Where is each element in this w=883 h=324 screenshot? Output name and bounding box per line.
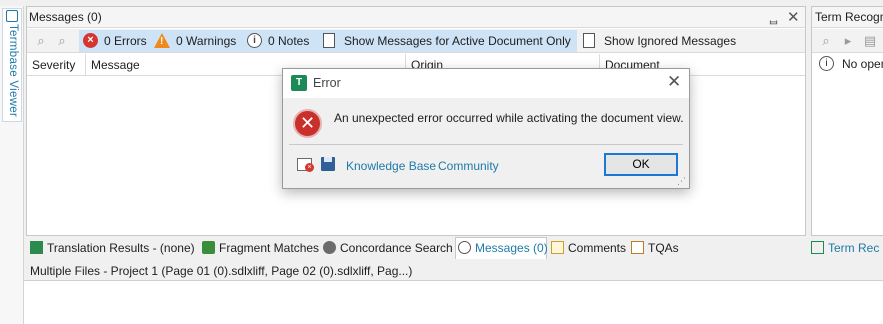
warning-mark: ! <box>160 36 164 47</box>
show-ignored-button[interactable]: Show Ignored Messages <box>604 34 736 48</box>
tab-fragment-matches[interactable]: Fragment Matches <box>202 238 319 258</box>
ok-button[interactable]: OK <box>604 153 678 176</box>
term-panel-status: No open <box>842 57 883 71</box>
tab-label: Concordance Search <box>340 241 453 255</box>
copy-error-badge: × <box>305 163 314 172</box>
comments-icon <box>551 241 564 254</box>
error-icon: ✕ <box>293 109 322 138</box>
close-panel-icon[interactable]: ✕ <box>787 8 800 26</box>
error-dialog: T Error ✕ ✕ An unexpected error occurred… <box>282 68 690 189</box>
clear-ignore-icon[interactable]: ⌕ <box>54 33 70 49</box>
dialog-close-icon[interactable]: ✕ <box>667 72 681 92</box>
document-icon <box>323 33 335 48</box>
messages-panel-title: Messages (0) <box>29 10 102 24</box>
messages-icon <box>458 241 471 254</box>
tab-label: Fragment Matches <box>219 241 320 255</box>
translation-results-icon <box>30 241 43 254</box>
warnings-filter-button[interactable]: 0 Warnings <box>176 34 236 48</box>
column-severity[interactable]: Severity <box>27 54 86 76</box>
errors-filter-button[interactable]: 0 Errors <box>104 34 147 48</box>
error-icon: × <box>83 33 98 48</box>
info-icon: i <box>819 56 834 71</box>
community-link[interactable]: Community <box>438 159 499 173</box>
tab-term-recognition[interactable]: Term Rec <box>811 238 879 258</box>
tab-tqas[interactable]: TQAs <box>631 238 679 258</box>
term-recognition-panel: Term Recogn ⌕ ▸ ▤ i No open <box>811 6 883 236</box>
ignore-message-icon[interactable]: ⌕ <box>33 33 49 49</box>
term-search-icon[interactable]: ⌕ <box>818 33 834 49</box>
info-icon: i <box>247 33 262 48</box>
tab-comments[interactable]: Comments <box>551 238 626 258</box>
concordance-search-icon <box>323 241 336 254</box>
tab-label: Comments <box>568 241 627 255</box>
active-document-only-button[interactable]: Show Messages for Active Document Only <box>344 34 571 48</box>
termbase-icon <box>6 10 18 22</box>
messages-panel-header: Messages (0) ᆸ ✕ <box>27 7 805 28</box>
editor-area[interactable] <box>24 280 883 324</box>
ignored-document-icon <box>583 33 595 48</box>
pin-icon[interactable]: ᆸ <box>768 10 779 27</box>
tab-concordance-search[interactable]: Concordance Search <box>323 238 453 258</box>
document-status-line: Multiple Files - Project 1 (Page 01 (0).… <box>30 264 413 278</box>
dialog-message: An unexpected error occurred while activ… <box>334 111 684 125</box>
messages-toolbar: ⌕ ⌕ × 0 Errors ! 0 Warnings i 0 Notes Sh… <box>27 29 805 53</box>
notes-filter-button[interactable]: 0 Notes <box>268 34 309 48</box>
dialog-title: Error <box>313 76 341 90</box>
app-icon: T <box>291 75 307 91</box>
term-panel-toolbar: ⌕ ▸ ▤ <box>812 29 883 53</box>
dialog-separator <box>289 144 683 145</box>
termbase-viewer-label: Termbase Viewer <box>7 24 19 118</box>
fragment-matches-icon <box>202 241 215 254</box>
term-panel-header: Term Recogn <box>812 7 883 28</box>
knowledge-base-link[interactable]: Knowledge Base <box>346 159 436 173</box>
save-icon-label <box>324 157 332 162</box>
tab-translation-results[interactable]: Translation Results - (none) <box>30 238 195 258</box>
term-panel-title: Term Recogn <box>815 10 883 24</box>
tab-messages[interactable]: Messages (0) <box>458 238 548 258</box>
dialog-titlebar: T Error ✕ <box>283 69 689 98</box>
term-add-icon[interactable]: ▸ <box>840 33 856 49</box>
tab-label: Term Rec <box>828 241 880 255</box>
tab-label: Translation Results - (none) <box>47 241 195 255</box>
term-recognition-icon <box>811 241 824 254</box>
resize-grip[interactable]: ⋰ <box>677 176 686 187</box>
tab-label: Messages (0) <box>475 241 548 255</box>
term-settings-icon[interactable]: ▤ <box>862 33 878 49</box>
tab-label: TQAs <box>648 241 679 255</box>
tqa-icon <box>631 241 644 254</box>
